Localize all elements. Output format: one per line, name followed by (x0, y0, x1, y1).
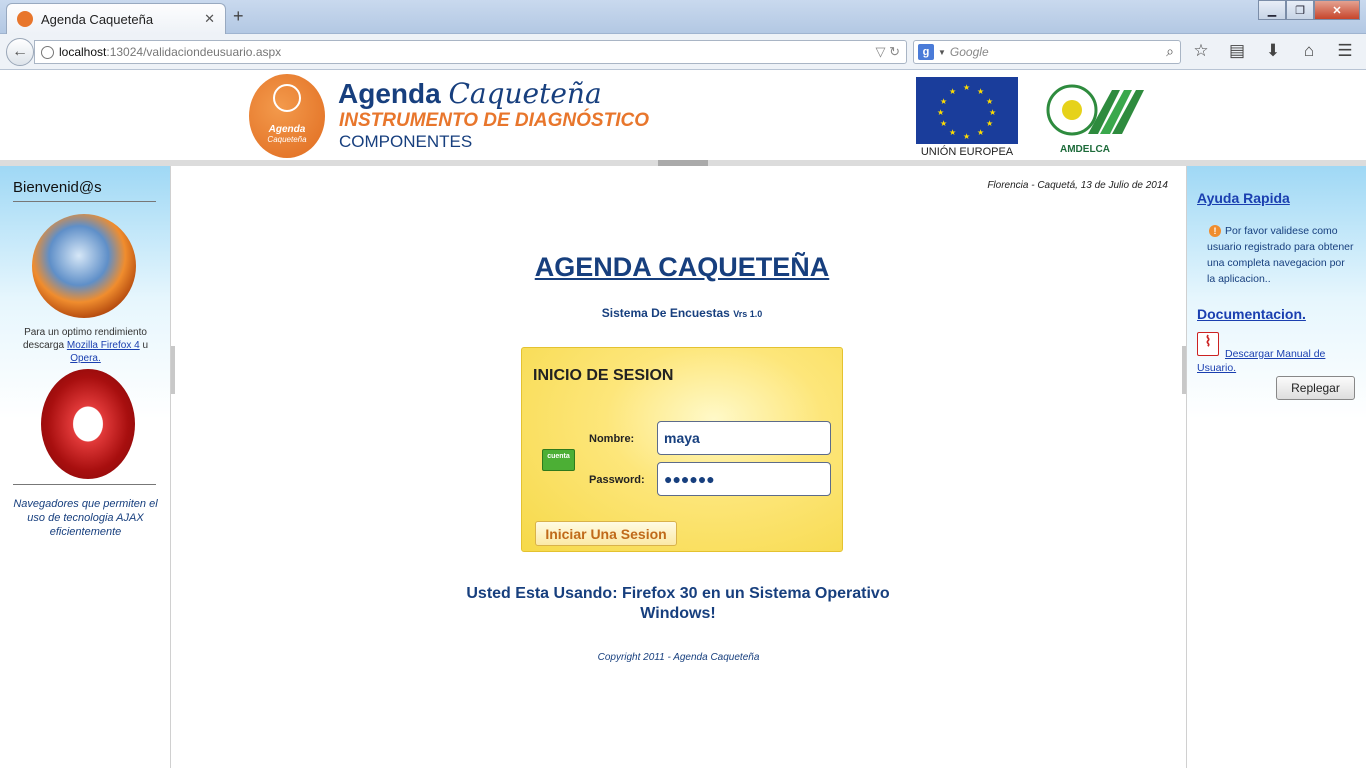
current-date: Florencia - Caquetá, 13 de Julio de 2014 (987, 180, 1168, 191)
browsers-note: Navegadores que permiten el uso de tecno… (13, 498, 158, 538)
system-name: Sistema De Encuestas Vrs 1.0 (175, 306, 1189, 320)
section-name: COMPONENTES (339, 132, 473, 151)
download-manual-link[interactable]: Descargar Manual de Usuario. (1197, 347, 1357, 375)
eu-flag-logo: ★ ★ ★ ★ ★ ★ ★ ★ ★ ★ ★ ★ (916, 77, 1018, 144)
page-title: AGENDA CAQUETEÑA (534, 252, 830, 282)
site-header: Agenda Caqueteña Agenda Caqueteña INSTRU… (0, 71, 1366, 162)
brand-word1: Agenda (338, 78, 441, 109)
browser-info: Usted Esta Usando: Firefox 30 en un Sist… (466, 585, 890, 622)
firefox-logo-icon (32, 214, 136, 318)
documentation-link[interactable]: Documentacion. (1197, 306, 1306, 322)
welcome-heading: Bienvenid@s (13, 179, 102, 196)
reload-icon[interactable]: ▽ ↻ (875, 44, 900, 60)
url-host: localhost (59, 45, 107, 59)
google-icon[interactable]: g (918, 44, 934, 60)
opera-download-link[interactable]: Opera. (70, 353, 101, 364)
welcome-divider (13, 201, 156, 202)
logo-line2: Caqueteña (267, 135, 307, 144)
eu-label: UNIÓN EUROPEA (920, 146, 1014, 158)
home-icon[interactable]: ⌂ (1298, 41, 1320, 61)
amdelca-label: AMDELCA (1060, 144, 1110, 155)
back-button[interactable]: ← (6, 38, 34, 66)
close-window-button[interactable]: ✕ (1314, 0, 1360, 20)
search-bar[interactable]: g ▼ Google ⌕ (913, 40, 1181, 64)
collapse-button[interactable]: Replegar (1276, 376, 1355, 400)
agenda-logo: Agenda Caqueteña (249, 74, 325, 158)
new-tab-button[interactable]: + (233, 6, 244, 27)
help-text: Por favor validese como usuario registra… (1207, 225, 1354, 285)
back-arrow-icon: ← (12, 43, 28, 60)
favicon-icon (17, 11, 33, 27)
login-button[interactable]: Iniciar Una Sesion (535, 521, 677, 546)
username-label: Nombre: (589, 433, 635, 445)
opera-logo-icon (41, 369, 135, 479)
bookmarks-list-icon[interactable]: ▤ (1226, 41, 1248, 61)
brand-word2: Caqueteña (448, 77, 602, 110)
web-page: Agenda Caqueteña Agenda Caqueteña INSTRU… (0, 71, 1366, 768)
account-card-icon: cuenta (542, 449, 575, 471)
downloads-icon[interactable]: ⬇ (1262, 41, 1284, 61)
password-label: Password: (589, 474, 645, 486)
brand-title: Agenda Caqueteña (338, 77, 602, 110)
menu-icon[interactable]: ☰ (1334, 41, 1356, 61)
globe-icon (41, 45, 54, 59)
recommendation-connector: u (142, 340, 149, 351)
login-panel: INICIO DE SESION cuenta Nombre: Password… (521, 347, 843, 552)
navigation-toolbar: ← localhost:13024/validaciondeusuario.as… (0, 34, 1366, 70)
system-label: Sistema De Encuestas (601, 306, 730, 320)
url-path: :13024/validaciondeusuario.aspx (106, 45, 282, 59)
search-engine-dropdown-icon[interactable]: ▼ (938, 48, 946, 57)
browser-titlebar: Agenda Caqueteña ✕ + ▁ ❐ ✕ (0, 0, 1366, 34)
logo-rings-icon (273, 84, 301, 112)
firefox-download-link[interactable]: Mozilla Firefox 4 (67, 340, 140, 351)
tab-title: Agenda Caqueteña (41, 11, 154, 27)
logo-line1: Agenda (268, 124, 306, 135)
copyright: Copyright 2011 - Agenda Caqueteña (597, 652, 760, 663)
bookmark-star-icon[interactable]: ☆ (1190, 41, 1212, 61)
version-label: Vrs 1.0 (733, 309, 763, 319)
left-sidebar: Bienvenid@s Para un optimo rendimiento d… (0, 166, 171, 768)
minimize-button[interactable]: ▁ (1258, 0, 1286, 20)
tab-close-icon[interactable]: ✕ (204, 11, 215, 27)
quick-help-link[interactable]: Ayuda Rapida (1197, 190, 1290, 206)
main-content: Florencia - Caquetá, 13 de Julio de 2014… (175, 166, 1182, 768)
browser-toolbar-icons: ☆ ▤ ⬇ ⌂ ☰ (1190, 41, 1356, 61)
window-controls: ▁ ❐ ✕ (1258, 0, 1360, 20)
password-input[interactable] (657, 462, 831, 496)
browser-recommendation: Para un optimo rendimiento descarga Mozi… (8, 326, 163, 365)
right-sidebar: Ayuda Rapida ! Por favor validese como u… (1186, 166, 1366, 768)
username-input[interactable] (657, 421, 831, 455)
address-bar[interactable]: localhost:13024/validaciondeusuario.aspx… (34, 40, 907, 64)
maximize-button[interactable]: ❐ (1286, 0, 1314, 20)
brand-subtitle: INSTRUMENTO DE DIAGNÓSTICO (339, 110, 649, 131)
search-icon[interactable]: ⌕ (1166, 43, 1174, 60)
browser-tab[interactable]: Agenda Caqueteña ✕ (6, 3, 226, 34)
search-input[interactable]: Google (950, 45, 989, 59)
login-title: INICIO DE SESION (533, 367, 674, 384)
left-divider (13, 484, 156, 485)
